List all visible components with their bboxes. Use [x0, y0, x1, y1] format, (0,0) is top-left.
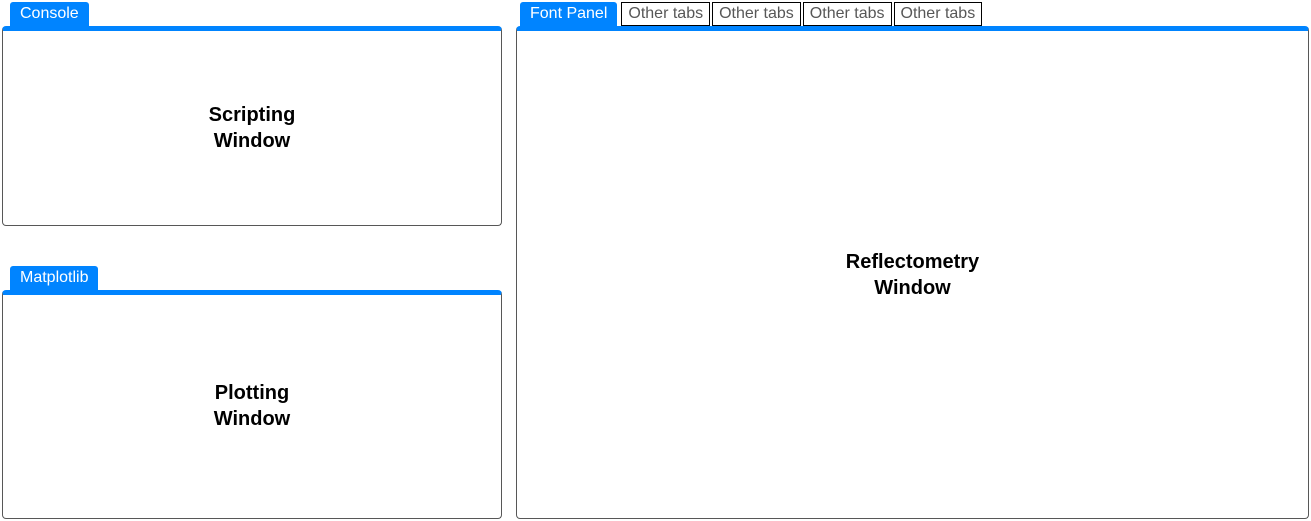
tab-other-2[interactable]: Other tabs	[712, 2, 801, 26]
plotting-tabs-row: Matplotlib	[2, 266, 502, 290]
tab-other-1[interactable]: Other tabs	[621, 2, 710, 26]
layout-container: Console Scripting Window Matplotlib Plot…	[0, 0, 1311, 521]
scripting-window-title: Scripting Window	[209, 102, 296, 154]
scripting-window-body: Scripting Window	[2, 26, 502, 226]
reflectometry-window-body: Reflectometry Window	[516, 26, 1309, 519]
right-column: Font Panel Other tabs Other tabs Other t…	[516, 2, 1309, 519]
scripting-panel: Console Scripting Window	[2, 2, 502, 256]
plotting-panel: Matplotlib Plotting Window	[2, 266, 502, 520]
reflectometry-tabs-row: Font Panel Other tabs Other tabs Other t…	[516, 2, 1309, 26]
tab-font-panel[interactable]: Font Panel	[520, 2, 617, 26]
tab-matplotlib[interactable]: Matplotlib	[10, 266, 98, 290]
left-column: Console Scripting Window Matplotlib Plot…	[2, 2, 502, 519]
reflectometry-panel: Font Panel Other tabs Other tabs Other t…	[516, 2, 1309, 519]
plotting-window-body: Plotting Window	[2, 290, 502, 520]
reflectometry-window-title: Reflectometry Window	[846, 249, 979, 301]
tab-other-4[interactable]: Other tabs	[894, 2, 983, 26]
plotting-window-title: Plotting Window	[214, 380, 290, 432]
tab-console[interactable]: Console	[10, 2, 89, 26]
scripting-tabs-row: Console	[2, 2, 502, 26]
tab-other-3[interactable]: Other tabs	[803, 2, 892, 26]
